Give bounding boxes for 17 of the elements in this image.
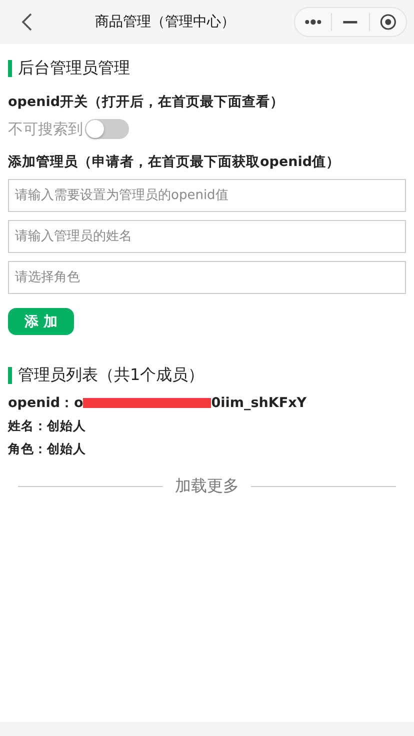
section-title: 后台管理员管理 — [18, 58, 130, 79]
member-name: 姓名：创始人 — [8, 418, 87, 435]
add-button[interactable]: 添 加 — [8, 308, 74, 335]
openid-text: openid：o — [8, 394, 84, 412]
openid-text: 0iim_shKFxY — [211, 395, 307, 411]
toggle-switch[interactable] — [85, 119, 129, 139]
switch-status: 不可搜索到 — [8, 120, 83, 138]
form-label: 添加管理员（申请者，在首页最下面获取openid值） — [8, 153, 341, 171]
back-icon[interactable] — [20, 12, 34, 32]
input-field[interactable]: 请输入管理员的姓名 — [8, 220, 406, 253]
input-field[interactable]: 请选择角色 — [8, 261, 406, 294]
member-role: 角色：创始人 — [8, 441, 87, 458]
switch-label: openid开关（打开后，在首页最下面查看） — [8, 93, 285, 111]
section-title: 管理员列表（共1个成员） — [18, 365, 204, 386]
page-title: 商品管理（管理中心） — [94, 13, 236, 31]
load-more-link[interactable]: 加载更多 — [175, 476, 239, 497]
input-field[interactable]: 请输入需要设置为管理员的openid值 — [8, 179, 406, 212]
